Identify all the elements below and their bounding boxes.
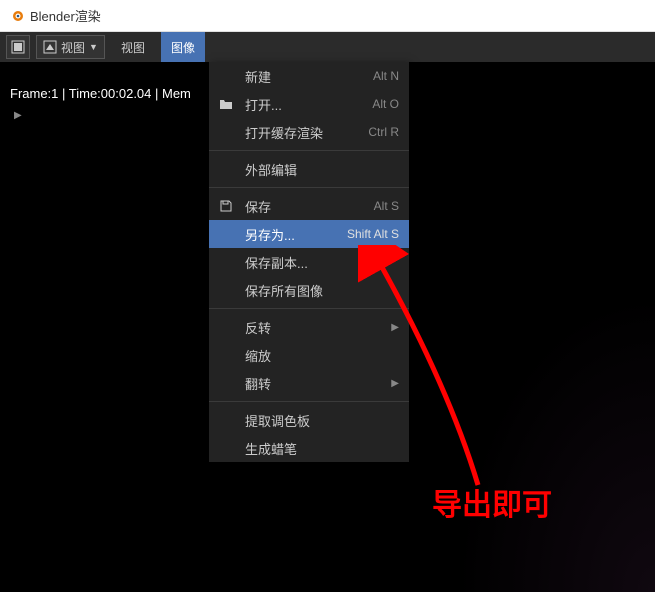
menu-resize[interactable]: 缩放 bbox=[209, 341, 409, 369]
image-menu-dropdown: 新建 Alt N 打开... Alt O 打开缓存渲染 Ctrl R 外部编辑 … bbox=[209, 62, 409, 462]
editor-toolbar: 视图 ▼ 视图 图像 bbox=[0, 32, 655, 62]
view-mode-label: 视图 bbox=[61, 39, 85, 56]
collapse-icon[interactable]: ▶ bbox=[14, 110, 22, 121]
render-output bbox=[455, 292, 655, 592]
editor-type-button[interactable] bbox=[6, 35, 30, 59]
menu-invert[interactable]: 反转 ▶ bbox=[209, 313, 409, 341]
view-mode-dropdown[interactable]: 视图 ▼ bbox=[36, 35, 105, 59]
chevron-right-icon: ▶ bbox=[391, 378, 399, 389]
menu-separator bbox=[209, 187, 409, 188]
menu-gen-grease[interactable]: 生成蜡笔 bbox=[209, 434, 409, 462]
menu-open-cached[interactable]: 打开缓存渲染 Ctrl R bbox=[209, 118, 409, 146]
window-title: Blender渲染 bbox=[30, 6, 101, 25]
menu-save-all[interactable]: 保存所有图像 bbox=[209, 276, 409, 304]
save-icon bbox=[217, 199, 235, 213]
blender-logo-icon bbox=[8, 8, 24, 24]
render-status: Frame:1 | Time:00:02.04 | Mem bbox=[10, 86, 191, 101]
menu-separator bbox=[209, 150, 409, 151]
menu-separator bbox=[209, 308, 409, 309]
folder-icon bbox=[217, 97, 235, 111]
menu-view[interactable]: 视图 bbox=[111, 32, 155, 62]
menu-save-as[interactable]: 另存为... Shift Alt S bbox=[209, 220, 409, 248]
menu-save-copy[interactable]: 保存副本... bbox=[209, 248, 409, 276]
annotation-text: 导出即可 bbox=[432, 480, 552, 524]
chevron-down-icon: ▼ bbox=[89, 42, 98, 52]
chevron-right-icon: ▶ bbox=[391, 322, 399, 333]
menu-open[interactable]: 打开... Alt O bbox=[209, 90, 409, 118]
menu-image[interactable]: 图像 bbox=[161, 32, 205, 62]
menu-external-edit[interactable]: 外部编辑 bbox=[209, 155, 409, 183]
window-titlebar: Blender渲染 bbox=[0, 0, 655, 32]
menu-flip[interactable]: 翻转 ▶ bbox=[209, 369, 409, 397]
menu-extract-palette[interactable]: 提取调色板 bbox=[209, 406, 409, 434]
menu-separator bbox=[209, 401, 409, 402]
menu-save[interactable]: 保存 Alt S bbox=[209, 192, 409, 220]
menu-new[interactable]: 新建 Alt N bbox=[209, 62, 409, 90]
